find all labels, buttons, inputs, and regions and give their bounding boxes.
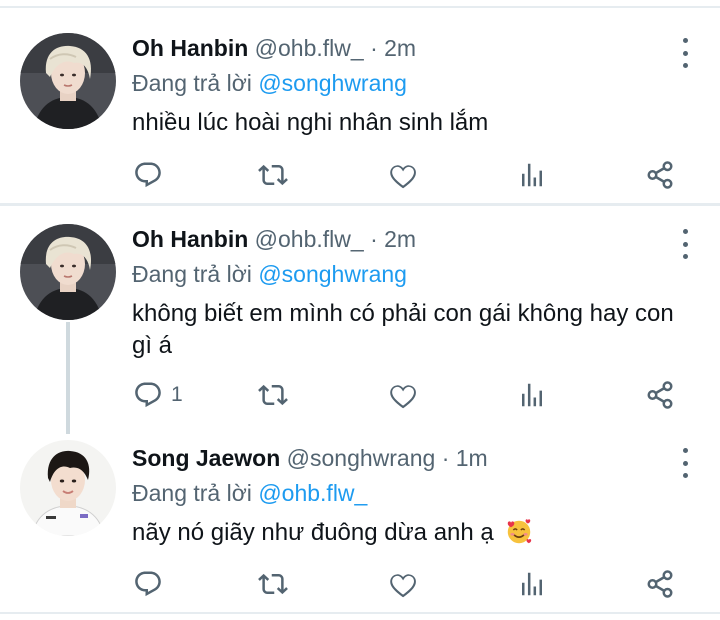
retweet-icon — [258, 569, 288, 599]
replying-to-mention[interactable]: @songhwrang — [258, 261, 407, 287]
retweet-button[interactable] — [258, 377, 288, 413]
avatar[interactable] — [20, 33, 116, 129]
share-icon — [645, 160, 675, 190]
retweet-icon — [258, 380, 288, 410]
stats-button[interactable] — [517, 377, 547, 413]
tweet[interactable]: Song Jaewon @songhwrang · 1m Đang trả lờ… — [0, 426, 720, 612]
tweet[interactable]: Oh Hanbin @ohb.flw_ · 2m Đang trả lời @s… — [0, 206, 720, 434]
tweet-text: nhiều lúc hoài nghi nhân sinh lắm — [132, 109, 489, 136]
author-handle[interactable]: @ohb.flw_ — [255, 226, 364, 252]
heart-icon — [388, 380, 418, 410]
separator-dot: · — [363, 35, 385, 61]
share-button[interactable] — [645, 157, 675, 193]
share-button[interactable] — [645, 377, 675, 413]
tweet-header: Song Jaewon @songhwrang · 1m — [132, 445, 488, 472]
reply-icon — [133, 380, 163, 410]
retweet-button[interactable] — [258, 566, 288, 602]
avatar[interactable] — [20, 224, 116, 320]
tweet-header: Oh Hanbin @ohb.flw_ · 2m — [132, 35, 416, 62]
reply-button[interactable] — [133, 566, 171, 602]
like-button[interactable] — [388, 157, 418, 193]
replying-to-prefix: Đang trả lời — [132, 70, 259, 96]
replying-to-prefix: Đang trả lời — [132, 480, 259, 506]
replying-to-mention[interactable]: @songhwrang — [258, 70, 407, 96]
replying-to-prefix: Đang trả lời — [132, 261, 259, 287]
separator-dot: · — [435, 445, 456, 471]
replying-to: Đang trả lời @songhwrang — [132, 70, 407, 97]
stats-icon — [517, 160, 547, 190]
share-icon — [645, 380, 675, 410]
reply-count: 1 — [171, 383, 183, 406]
action-bar — [0, 566, 720, 602]
tweet-text: không biết em mình có phải con gái không… — [132, 300, 674, 359]
bottom-separator — [0, 612, 720, 614]
stats-icon — [517, 569, 547, 599]
tweet-header: Oh Hanbin @ohb.flw_ · 2m — [132, 226, 416, 253]
author-name[interactable]: Oh Hanbin — [132, 226, 248, 252]
author-name[interactable]: Song Jaewon — [132, 445, 280, 471]
like-button[interactable] — [388, 566, 418, 602]
stats-button[interactable] — [517, 566, 547, 602]
tweet-text: nãy nó giãy như đuông dừa anh ạ — [132, 519, 494, 546]
more-vertical-icon[interactable] — [680, 229, 690, 259]
separator-dot: · — [363, 226, 385, 252]
share-icon — [645, 569, 675, 599]
stats-button[interactable] — [517, 157, 547, 193]
heart-icon — [388, 160, 418, 190]
share-button[interactable] — [645, 566, 675, 602]
more-vertical-icon[interactable] — [680, 448, 690, 478]
retweet-button[interactable] — [258, 157, 288, 193]
reply-icon — [133, 569, 163, 599]
reply-button[interactable] — [133, 157, 171, 193]
heart-icon — [388, 569, 418, 599]
timestamp[interactable]: 1m — [456, 445, 488, 471]
author-handle[interactable]: @songhwrang — [287, 445, 436, 471]
author-name[interactable]: Oh Hanbin — [132, 35, 248, 61]
tweet[interactable]: Oh Hanbin @ohb.flw_ · 2m Đang trả lời @s… — [0, 0, 720, 203]
reply-icon — [133, 160, 163, 190]
replying-to: Đang trả lời @songhwrang — [132, 261, 407, 288]
reply-button[interactable]: 1 — [133, 377, 183, 413]
replying-to-mention[interactable]: @ohb.flw_ — [258, 480, 367, 506]
smiling-face-with-hearts-icon — [508, 519, 532, 544]
avatar[interactable] — [20, 440, 116, 536]
action-bar — [0, 157, 720, 193]
author-handle[interactable]: @ohb.flw_ — [255, 35, 364, 61]
replying-to: Đang trả lời @ohb.flw_ — [132, 480, 367, 507]
timestamp[interactable]: 2m — [384, 226, 416, 252]
stats-icon — [517, 380, 547, 410]
timestamp[interactable]: 2m — [384, 35, 416, 61]
action-bar: 1 — [0, 377, 720, 413]
more-vertical-icon[interactable] — [680, 38, 690, 68]
retweet-icon — [258, 160, 288, 190]
tweet-text-row: nãy nó giãy như đuông dừa anh ạ — [132, 516, 692, 549]
like-button[interactable] — [388, 377, 418, 413]
